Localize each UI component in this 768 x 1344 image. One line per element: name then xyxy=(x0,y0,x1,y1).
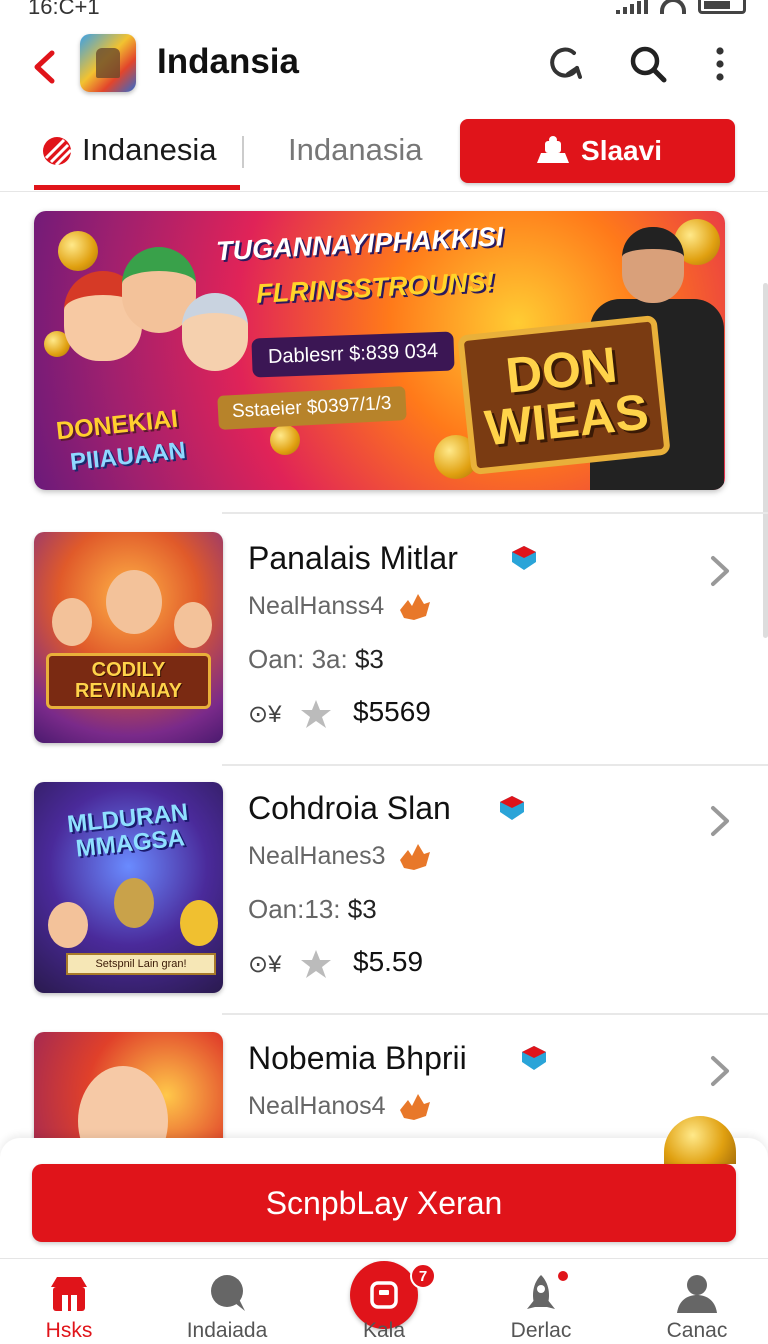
banner-headline-2: FLRINSSTROUNS! xyxy=(255,266,496,309)
fire-icon xyxy=(400,844,430,870)
item-price: $5.59 xyxy=(353,946,424,977)
more-menu-button[interactable] xyxy=(698,42,742,86)
nav-label: Derlac xyxy=(510,1319,572,1342)
search-button[interactable] xyxy=(626,42,670,86)
fire-icon xyxy=(400,1094,430,1120)
item-title: Panalais Mitlar xyxy=(248,540,458,576)
divider xyxy=(222,512,768,514)
status-bar: 16:C+1 xyxy=(0,0,768,22)
coin-icon xyxy=(270,425,300,455)
list-item[interactable]: CODILY REVINAIAY Panalais Mitlar NealHan… xyxy=(0,532,768,762)
profile-icon xyxy=(677,1275,717,1313)
item-thumbnail: CODILY REVINAIAY xyxy=(34,532,223,743)
signal-icon xyxy=(616,0,648,14)
divider xyxy=(222,764,768,766)
rating-label: ⊙¥ xyxy=(248,951,282,978)
star-icon xyxy=(301,700,331,728)
divider xyxy=(222,1013,768,1015)
banner-tag: Dablesrr $:839 034 xyxy=(251,331,455,378)
verified-badge-icon xyxy=(512,546,536,570)
tab-indanasia[interactable]: Indanasia xyxy=(288,132,422,168)
chevron-right-icon[interactable] xyxy=(708,1054,732,1088)
tab-indanesia[interactable]: Indanesia xyxy=(34,112,240,190)
wifi-icon xyxy=(660,0,686,14)
page-title: Indansia xyxy=(157,42,299,81)
fire-icon xyxy=(400,594,430,620)
thumb-strip: Setspnil Lain gran! xyxy=(66,953,216,975)
item-title: Cohdroia Slan xyxy=(248,790,451,826)
bottom-navigation: Hsks Indaiada 7 Kala Derlac Canac xyxy=(0,1258,768,1344)
cta-panel: ScnpbLay Xeran xyxy=(0,1116,768,1260)
tab-label: Indanesia xyxy=(82,132,217,167)
nav-label: Canac xyxy=(666,1319,728,1342)
status-time: 16:C+1 xyxy=(28,0,100,19)
active-tab-indicator xyxy=(34,185,240,190)
banner-headline: TUGANNAYIPHAKKISI xyxy=(215,221,505,267)
refresh-icon xyxy=(550,47,582,79)
chat-icon xyxy=(211,1275,245,1311)
item-meta: Oan:13: $3 xyxy=(248,894,377,925)
banner-sign: DON WIEAS xyxy=(457,314,671,476)
cart-count-badge: 7 xyxy=(410,1263,436,1289)
list-item[interactable]: MLDURAN MMAGSA Setspnil Lain gran! Cohdr… xyxy=(0,782,768,1012)
nav-label: Kala xyxy=(362,1319,406,1342)
item-meta: Oan: 3a: $3 xyxy=(248,644,384,675)
promo-banner[interactable]: TUGANNAYIPHAKKISI FLRINSSTROUNS! Dablesr… xyxy=(34,211,725,490)
search-icon xyxy=(630,46,667,83)
banner-tag: Sstaeier $0397/1/3 xyxy=(217,386,407,430)
nav-item-canac[interactable]: Canac xyxy=(622,1259,768,1344)
chevron-right-icon[interactable] xyxy=(708,554,732,588)
primary-cta-button[interactable]: ScnpbLay Xeran xyxy=(32,1164,736,1242)
item-author: NealHanes3 xyxy=(248,842,386,870)
verified-badge-icon xyxy=(522,1046,546,1070)
shop-icon xyxy=(537,136,570,163)
tab-divider xyxy=(242,136,244,168)
thumb-title: MLDURAN MMAGSA xyxy=(65,798,190,863)
rating-label: ⊙¥ xyxy=(248,701,282,728)
tab-slaavi-button[interactable]: Slaavi xyxy=(460,119,735,183)
nav-label: Hsks xyxy=(45,1319,93,1342)
meta-label: Oan:13: xyxy=(248,894,341,924)
star-icon xyxy=(301,950,331,978)
meta-label: Oan: 3a: xyxy=(248,644,348,674)
battery-icon xyxy=(698,0,746,14)
nav-item-hsks[interactable]: Hsks xyxy=(0,1259,144,1344)
nav-item-derlac[interactable]: Derlac xyxy=(466,1259,616,1344)
nav-label: Indaiada xyxy=(186,1319,268,1342)
tab-label: Slaavi xyxy=(581,135,662,166)
more-vertical-icon xyxy=(716,47,724,81)
back-arrow-icon[interactable] xyxy=(32,50,56,84)
cart-icon xyxy=(370,1281,398,1309)
refresh-button[interactable] xyxy=(544,42,588,86)
meta-value: $3 xyxy=(354,644,384,674)
item-author: NealHanss4 xyxy=(248,592,385,620)
status-icons xyxy=(616,0,746,14)
item-title: Nobemia Bhprii xyxy=(248,1040,467,1076)
stripes-icon xyxy=(43,137,72,166)
coin-icon xyxy=(58,231,98,271)
meta-value: $3 xyxy=(347,894,377,924)
item-thumbnail: MLDURAN MMAGSA Setspnil Lain gran! xyxy=(34,782,223,993)
nav-item-indaiada[interactable]: Indaiada xyxy=(152,1259,302,1344)
tab-bar: Indanesia Indanasia Slaavi xyxy=(0,112,768,192)
character-illustration xyxy=(182,293,248,371)
item-author: NealHanos4 xyxy=(248,1092,386,1120)
app-thumbnail xyxy=(80,34,136,92)
chevron-right-icon[interactable] xyxy=(708,804,732,838)
thumb-caption: CODILY REVINAIAY xyxy=(46,653,211,709)
store-icon xyxy=(51,1277,87,1311)
item-price: $5569 xyxy=(353,696,431,727)
notification-dot xyxy=(556,1269,570,1283)
verified-badge-icon xyxy=(500,796,524,820)
app-header: Indansia xyxy=(0,28,768,108)
